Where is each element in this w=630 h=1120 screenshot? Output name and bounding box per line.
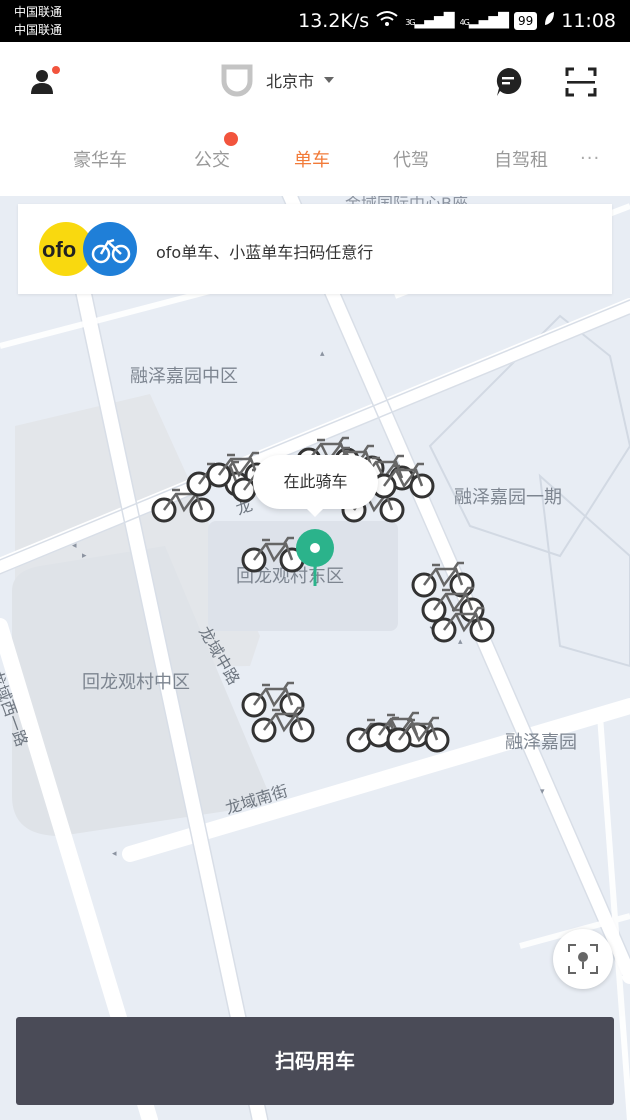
bike-marker-icon[interactable]: [430, 606, 498, 644]
tab-luxury-car[interactable]: 豪华车: [73, 146, 127, 172]
carrier-1: 中国联通: [14, 5, 63, 19]
map-area-label: 回龙观村中区: [82, 672, 190, 693]
bike-marker-icon[interactable]: [370, 462, 438, 500]
tab-self-drive-rental[interactable]: 自驾租: [494, 146, 548, 172]
city-selector[interactable]: 北京市: [218, 60, 335, 100]
scan-icon: [565, 67, 597, 97]
wifi-icon: [375, 10, 399, 32]
battery-level: 99: [513, 12, 538, 30]
header: 北京市 豪华车 公交 单车 代驾 自驾租 ···: [0, 42, 630, 196]
caret-down-icon: [324, 77, 335, 83]
location-pin-icon[interactable]: [293, 528, 337, 588]
city-name: 北京市: [266, 72, 315, 91]
clock: 11:08: [561, 10, 616, 32]
service-tabs: 豪华车 公交 单车 代驾 自驾租 ···: [0, 138, 630, 178]
net-4g-label: 4G: [459, 18, 470, 27]
map-area-label: 融泽嘉园中区: [130, 366, 238, 387]
status-right: 13.2K/s 3G▂▄▆█ 4G▂▄▆█ 99 11:08: [298, 8, 616, 34]
banner-text: ofo单车、小蓝单车扫码任意行: [156, 243, 374, 262]
bike-marker-icon[interactable]: [385, 716, 453, 754]
locate-button[interactable]: [553, 929, 613, 989]
more-tabs-icon[interactable]: ···: [580, 148, 600, 169]
profile-button[interactable]: [22, 62, 66, 102]
net-3g-label: 3G: [405, 18, 415, 27]
map-view[interactable]: ◂ ▸ ▴ ▾ ▴ ◂ 融泽嘉园中区 融泽嘉园一期 回龙观村东区 回龙观村中区 融泽嘉…: [0, 196, 630, 1120]
tab-bus[interactable]: 公交: [194, 146, 230, 172]
map-area-label: 融泽嘉园: [505, 732, 577, 753]
scan-to-ride-button[interactable]: 扫码用车: [16, 1017, 614, 1105]
signal-4g-icon: 4G▂▄▆█: [459, 13, 509, 29]
network-speed: 13.2K/s: [298, 10, 370, 32]
hot-badge-icon: [224, 132, 238, 146]
message-icon: [496, 67, 522, 96]
leaf-icon: [543, 10, 555, 32]
svg-text:▸: ▸: [82, 551, 87, 561]
carrier-2: 中国联通: [14, 23, 63, 37]
map-area-label: 融泽嘉园一期: [454, 487, 562, 508]
messages-button[interactable]: [488, 62, 528, 102]
ride-here-bubble: 在此骑车: [253, 455, 378, 517]
status-bar: 中国联通 中国联通 13.2K/s 3G▂▄▆█ 4G▂▄▆█ 99 11:08: [0, 0, 630, 42]
ofo-logo-text: ofo: [42, 237, 77, 262]
svg-text:▴: ▴: [320, 349, 325, 359]
svg-text:▾: ▾: [540, 787, 545, 797]
scan-qr-button[interactable]: [560, 62, 602, 102]
bike-marker-icon[interactable]: [250, 706, 318, 744]
promo-banner[interactable]: ofo ofo单车、小蓝单车扫码任意行: [18, 204, 612, 294]
locate-icon: [568, 944, 598, 974]
map-roads: ◂▸ ▴▾ ▴◂: [0, 196, 630, 1120]
tab-designated-driver[interactable]: 代驾: [393, 146, 429, 172]
signal-3g-icon: 3G▂▄▆█: [405, 13, 454, 29]
svg-text:◂: ◂: [72, 541, 77, 551]
tab-bike[interactable]: 单车: [294, 146, 330, 172]
svg-text:◂: ◂: [112, 849, 117, 859]
user-icon: [31, 66, 60, 94]
didi-logo-icon: [221, 64, 253, 97]
